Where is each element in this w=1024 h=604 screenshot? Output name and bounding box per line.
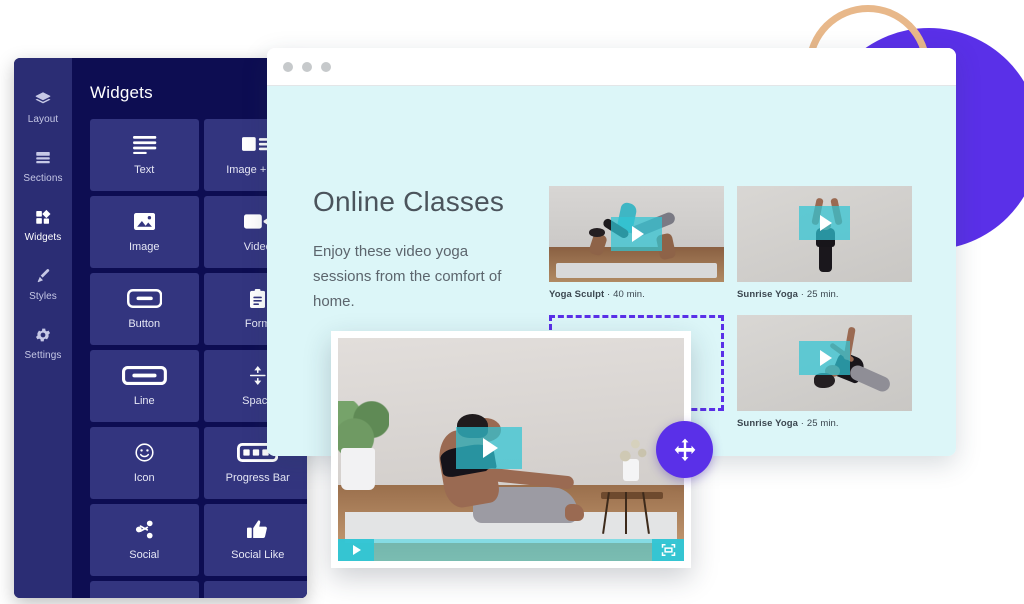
clipboard-form-icon <box>250 289 266 309</box>
video-title: Yoga Sculpt <box>549 289 605 300</box>
play-icon <box>632 226 644 242</box>
sidebar-item-label: Widgets <box>24 232 62 243</box>
widget-label: Social <box>129 548 160 561</box>
drag-move-handle[interactable] <box>656 421 713 478</box>
video-caption: Sunrise Yoga · 25 min. <box>737 418 912 429</box>
widget-label: Icon <box>133 471 155 484</box>
widget-tile-line[interactable]: Line <box>90 350 199 422</box>
sidebar-item-sections[interactable]: Sections <box>14 137 72 196</box>
play-button[interactable] <box>338 539 374 561</box>
play-icon <box>353 545 361 555</box>
video-duration: 25 min. <box>806 289 839 300</box>
video-controls-bar[interactable] <box>338 539 684 561</box>
widget-tile-icon[interactable]: Icon <box>90 427 199 499</box>
video-duration: 40 min. <box>613 289 645 300</box>
widget-tile-social-like[interactable]: Social Like <box>203 504 307 576</box>
widget-label: Progress Bar <box>225 471 290 484</box>
widget-tile-text[interactable]: Text <box>90 119 199 191</box>
thumbs-up-icon <box>247 520 268 540</box>
sidebar-item-styles[interactable]: Styles <box>14 255 72 314</box>
play-button-overlay[interactable] <box>611 217 662 251</box>
widget-label: Line <box>133 394 155 407</box>
brush-icon <box>34 267 52 285</box>
browser-title-bar <box>267 48 956 86</box>
editor-window: Layout Sections Widgets Styles Settings … <box>14 58 307 598</box>
video-card[interactable]: Sunrise Yoga · 25 min. <box>737 186 912 300</box>
video-card[interactable]: Sunrise Yoga · 25 min. <box>737 315 912 429</box>
text-icon <box>132 135 157 155</box>
sidebar-item-settings[interactable]: Settings <box>14 314 72 373</box>
play-icon <box>820 215 832 231</box>
sidebar-item-widgets[interactable]: Widgets <box>14 196 72 255</box>
video-preview[interactable] <box>338 338 684 561</box>
widget-label: Image <box>128 240 160 253</box>
share-icon <box>135 520 154 540</box>
move-handle-icon <box>674 438 695 461</box>
caption-separator: · <box>607 289 611 300</box>
dragged-video-widget[interactable] <box>331 331 691 568</box>
page-subtext: Enjoy these video yoga sessions from the… <box>313 243 502 310</box>
video-card[interactable]: Yoga Sculpt · 40 min. <box>549 186 724 300</box>
sections-icon <box>34 149 52 167</box>
widget-tile-image[interactable]: Image <box>90 196 199 268</box>
video-caption: Yoga Sculpt · 40 min. <box>549 289 724 300</box>
caption-separator: · <box>800 418 805 429</box>
smiley-icon <box>135 443 154 463</box>
widget-tile-shape[interactable] <box>203 581 307 598</box>
play-icon <box>483 438 499 459</box>
widget-label: Social Like <box>231 548 285 561</box>
play-icon <box>820 350 832 366</box>
widget-tile-social[interactable]: Social <box>90 504 199 576</box>
image-icon <box>133 212 155 232</box>
widget-label: Text <box>134 163 155 176</box>
layers-icon <box>34 90 52 108</box>
widget-label: Button <box>128 317 161 330</box>
sidebar-item-layout[interactable]: Layout <box>14 78 72 137</box>
fullscreen-button[interactable] <box>652 539 684 561</box>
traffic-light-minimize-icon[interactable] <box>302 61 312 72</box>
fullscreen-icon <box>661 544 675 556</box>
space-arrows-icon <box>249 366 266 386</box>
editor-nav-rail: Layout Sections Widgets Styles Settings <box>14 58 72 598</box>
traffic-light-maximize-icon[interactable] <box>321 61 331 72</box>
screenshot-stage: Layout Sections Widgets Styles Settings … <box>0 0 1024 604</box>
site-intro-block: Online Classes Enjoy these video yoga se… <box>313 186 538 314</box>
widgets-icon <box>34 208 52 226</box>
video-thumbnail[interactable] <box>737 315 912 411</box>
play-button-overlay[interactable] <box>799 341 850 375</box>
sidebar-item-label: Sections <box>23 173 63 184</box>
video-thumbnail[interactable] <box>549 186 724 282</box>
video-title: Sunrise Yoga <box>737 418 799 429</box>
caption-separator: · <box>800 289 805 300</box>
button-icon <box>126 289 162 309</box>
video-duration: 25 min. <box>806 418 839 429</box>
video-thumbnail[interactable] <box>737 186 912 282</box>
play-button-overlay[interactable] <box>455 427 522 470</box>
play-button-overlay[interactable] <box>799 206 850 240</box>
video-caption: Sunrise Yoga · 25 min. <box>737 289 912 300</box>
sidebar-item-label: Layout <box>27 114 59 125</box>
widget-tile-button[interactable]: Button <box>90 273 199 345</box>
line-icon <box>121 366 167 386</box>
sidebar-item-label: Styles <box>29 291 57 302</box>
video-title: Sunrise Yoga <box>737 289 799 300</box>
gear-icon <box>34 326 52 344</box>
sidebar-item-label: Settings <box>24 350 62 361</box>
page-title: Online Classes <box>313 186 505 217</box>
traffic-light-close-icon[interactable] <box>283 61 293 72</box>
widget-tile-calendar[interactable] <box>90 581 199 598</box>
